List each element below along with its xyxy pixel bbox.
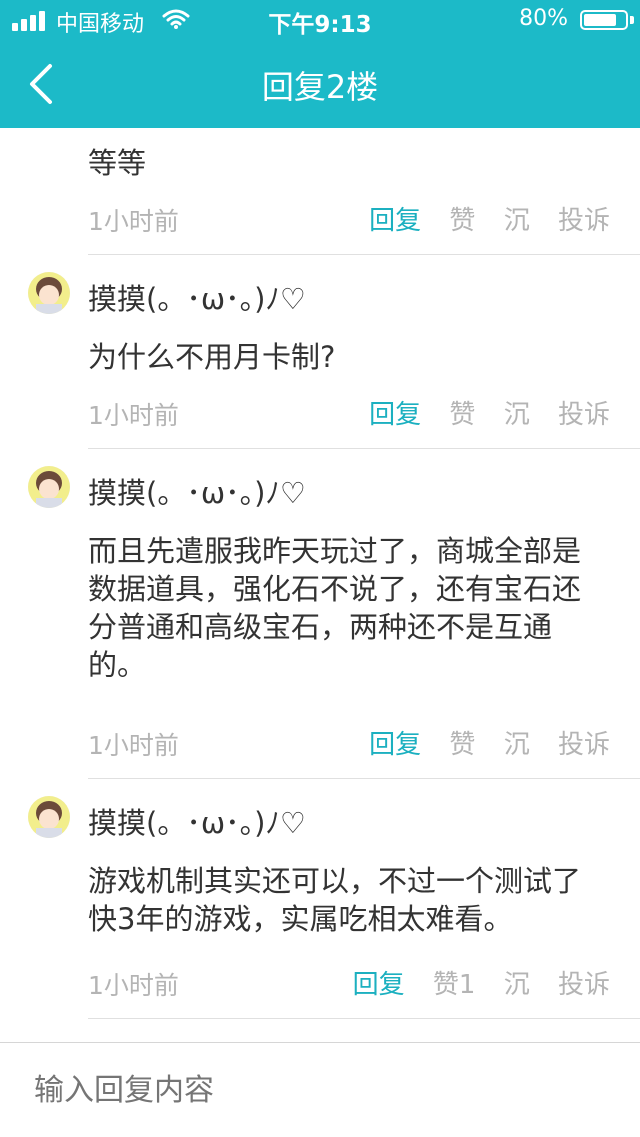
- avatar-image-icon: [28, 796, 70, 838]
- comment-text-line: 的。: [88, 648, 147, 682]
- status-bar: 中国移动 下午9:13 80%: [0, 0, 640, 40]
- user-avatar[interactable]: [28, 796, 70, 838]
- navigation-bar: 回复2楼: [0, 40, 640, 128]
- comment-list: 等等 1小时前 回复 赞 沉 投诉 摸摸(。･ω･。)ﾉ♡ 为什么不用月卡制? …: [0, 128, 640, 1020]
- page-title: 回复2楼: [261, 68, 379, 106]
- comment-item: 摸摸(。･ω･。)ﾉ♡ 游戏机制其实还可以，不过一个测试了 快3年的游戏，实属吃…: [0, 780, 640, 1020]
- report-button[interactable]: 投诉: [558, 206, 610, 236]
- divider: [88, 778, 640, 779]
- comment-time: 1小时前: [88, 731, 179, 760]
- sink-button[interactable]: 沉: [504, 400, 530, 430]
- comment-actions: 回复 赞 沉 投诉: [349, 200, 610, 237]
- reply-input-bar: [0, 1042, 640, 1137]
- user-avatar[interactable]: [28, 466, 70, 508]
- comment-actions: 回复 赞 沉 投诉: [349, 394, 610, 431]
- app-header: 中国移动 下午9:13 80% 回复2楼: [0, 0, 640, 128]
- divider: [88, 1018, 640, 1019]
- like-button[interactable]: 赞1: [433, 970, 476, 1000]
- comment-text-line: 游戏机制其实还可以，不过一个测试了: [88, 864, 582, 898]
- report-button[interactable]: 投诉: [558, 730, 610, 760]
- sink-button[interactable]: 沉: [504, 970, 530, 1000]
- comment-text-line: 分普通和高级宝石，两种还不是互通: [88, 610, 553, 644]
- comment-text: 游戏机制其实还可以，不过一个测试了 快3年的游戏，实属吃相太难看。: [88, 862, 618, 938]
- report-button[interactable]: 投诉: [558, 970, 610, 1000]
- reply-button[interactable]: 回复: [369, 206, 421, 236]
- comment-item: 等等 1小时前 回复 赞 沉 投诉: [0, 128, 640, 256]
- comment-time: 1小时前: [88, 971, 179, 1000]
- comment-text-line: 而且先遣服我昨天玩过了，商城全部是: [88, 534, 582, 568]
- sink-button[interactable]: 沉: [504, 730, 530, 760]
- sink-button[interactable]: 沉: [504, 206, 530, 236]
- comment-item: 摸摸(。･ω･。)ﾉ♡ 为什么不用月卡制? 1小时前 回复 赞 沉 投诉: [0, 256, 640, 450]
- divider: [88, 448, 640, 449]
- comment-text: 而且先遣服我昨天玩过了，商城全部是 数据道具，强化石不说了，还有宝石还 分普通和…: [88, 532, 618, 684]
- comment-author[interactable]: 摸摸(。･ω･。)ﾉ♡: [88, 470, 306, 512]
- avatar-image-icon: [28, 466, 70, 508]
- comment-text-line: 数据道具，强化石不说了，还有宝石还: [88, 572, 582, 606]
- comment-text: 为什么不用月卡制?: [88, 340, 336, 374]
- reply-button[interactable]: 回复: [369, 730, 421, 760]
- reply-button[interactable]: 回复: [353, 970, 405, 1000]
- report-button[interactable]: 投诉: [558, 400, 610, 430]
- comment-actions: 回复 赞 沉 投诉: [349, 724, 610, 761]
- comment-author[interactable]: 摸摸(。･ω･。)ﾉ♡: [88, 800, 306, 842]
- battery-icon: [580, 10, 628, 30]
- reply-button[interactable]: 回复: [369, 400, 421, 430]
- like-button[interactable]: 赞: [449, 400, 475, 430]
- user-avatar[interactable]: [28, 272, 70, 314]
- comment-actions: 回复 赞1 沉 投诉: [333, 964, 610, 1001]
- comment-text: 等等: [88, 146, 147, 180]
- comment-item: 摸摸(。･ω･。)ﾉ♡ 而且先遣服我昨天玩过了，商城全部是 数据道具，强化石不说…: [0, 450, 640, 780]
- like-button[interactable]: 赞: [449, 730, 475, 760]
- avatar-image-icon: [28, 272, 70, 314]
- comment-time: 1小时前: [88, 401, 179, 430]
- like-button[interactable]: 赞: [449, 206, 475, 236]
- battery-level-fill: [584, 14, 616, 26]
- comment-time: 1小时前: [88, 207, 179, 236]
- comment-text-line: 快3年的游戏，实属吃相太难看。: [88, 902, 513, 936]
- divider: [88, 254, 640, 255]
- reply-input[interactable]: [32, 1069, 616, 1111]
- battery-cap: [630, 16, 634, 24]
- comment-author[interactable]: 摸摸(。･ω･。)ﾉ♡: [88, 276, 306, 318]
- battery-percent: 80%: [519, 6, 568, 31]
